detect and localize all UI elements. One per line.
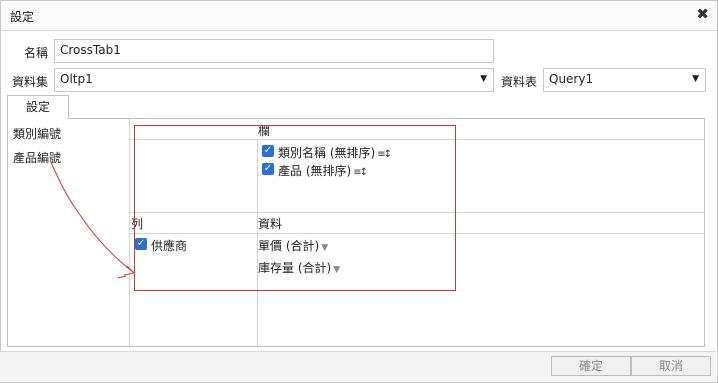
row-item[interactable]: 供應商 (151, 237, 187, 254)
dataset-label: 資料集 (12, 75, 49, 89)
chevron-down-icon: ▼ (692, 74, 699, 84)
cancel-button[interactable]: 取消 (631, 356, 711, 376)
data-item[interactable]: 庫存量 (合計) ▼ (258, 259, 340, 276)
datatable-value: Query1 (549, 72, 594, 86)
divider (130, 233, 704, 234)
name-input[interactable]: CrossTab1 (54, 39, 494, 63)
column-item-label: 產品 (無排序) (278, 164, 352, 178)
divider (130, 212, 704, 213)
column-item-label: 類別名稱 (無排序) (278, 146, 376, 160)
data-item[interactable]: 單價 (合計) ▼ (258, 237, 328, 254)
field-item[interactable]: 產品編號 (13, 149, 61, 166)
data-header: 資料 (258, 217, 283, 231)
name-label: 名稱 (24, 46, 49, 60)
dataset-value: Oltp1 (60, 72, 93, 86)
columns-header: 欄 (258, 124, 271, 138)
close-icon[interactable]: ✖ (696, 5, 709, 23)
datatable-select[interactable]: Query1 ▼ (543, 68, 706, 92)
sort-icon[interactable]: ≡↕ (353, 167, 368, 178)
dialog-title: 設定 (10, 10, 35, 24)
ok-button[interactable]: 確定 (551, 356, 631, 376)
checkbox-checked-icon[interactable]: ✓ (262, 163, 274, 175)
datatable-label: 資料表 (501, 75, 538, 89)
data-item-label: 單價 (合計) (258, 239, 320, 253)
tab-settings[interactable]: 設定 (7, 95, 69, 119)
column-item[interactable]: 類別名稱 (無排序) ≡↕ (278, 144, 392, 161)
dropdown-icon[interactable]: ▼ (333, 265, 340, 275)
sort-icon[interactable]: ≡↕ (377, 149, 392, 160)
dialog-titlebar: 設定 ✖ (1, 1, 717, 31)
field-item[interactable]: 類別編號 (13, 125, 61, 142)
data-item-label: 庫存量 (合計) (258, 261, 332, 275)
rows-header: 列 (131, 217, 144, 231)
checkbox-checked-icon[interactable]: ✓ (135, 238, 147, 250)
dropdown-icon[interactable]: ▼ (321, 243, 328, 253)
chevron-down-icon: ▼ (480, 74, 487, 84)
divider (130, 139, 704, 140)
column-item[interactable]: 產品 (無排序) ≡↕ (278, 162, 368, 179)
checkbox-checked-icon[interactable]: ✓ (262, 145, 274, 157)
dataset-select[interactable]: Oltp1 ▼ (54, 68, 494, 92)
